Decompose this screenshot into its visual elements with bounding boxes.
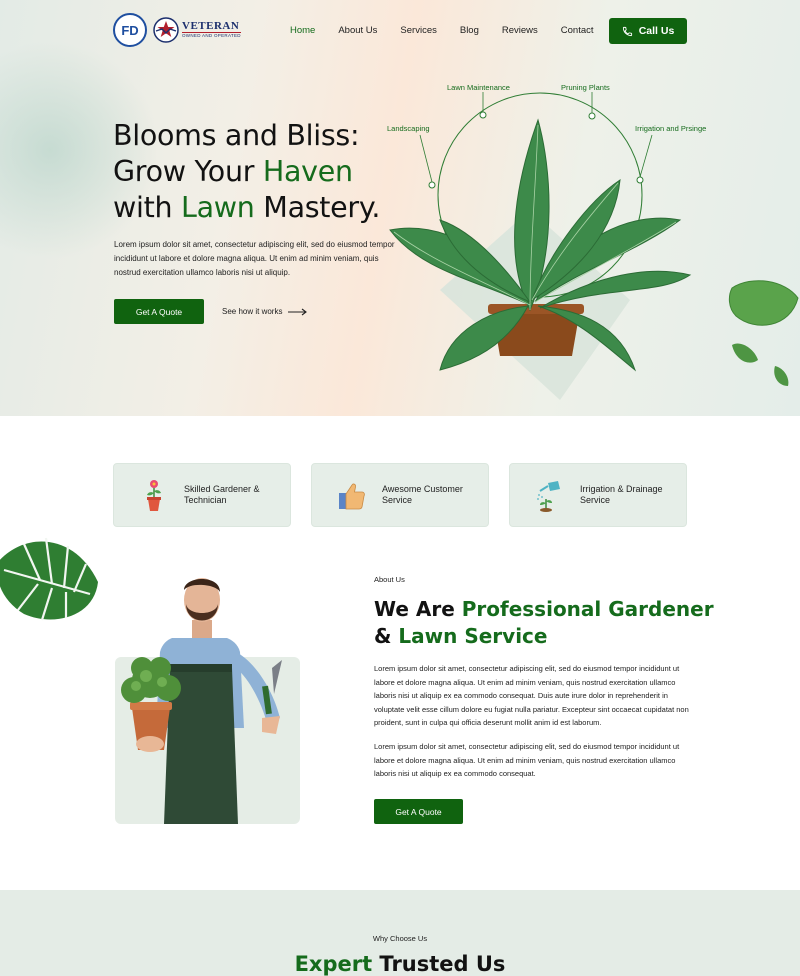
hero-get-quote-button[interactable]: Get A Quote <box>114 299 204 324</box>
why-title-a: Expert <box>294 952 373 976</box>
label-irrigation: Irrigation and Prsinge <box>635 124 707 133</box>
see-how-it-works-link[interactable]: See how it works <box>222 307 308 316</box>
veteran-logo[interactable]: VETERAN OWNED AND OPERATED <box>153 17 248 43</box>
hero-title-line2a: Grow Your <box>113 155 263 188</box>
hero-title-line3a: with <box>113 191 182 224</box>
label-pruning-plants: Pruning Plants <box>561 83 610 92</box>
about-paragraph-1: Lorem ipsum dolor sit amet, consectetur … <box>374 664 689 728</box>
hero-title-line1: Blooms and Bliss: <box>113 119 360 152</box>
label-landscaping: Landscaping <box>387 124 430 133</box>
call-us-label: Call Us <box>638 25 675 37</box>
feature-customer-service-label: Awesome Customer Service <box>382 484 463 505</box>
feature-card-customer-service[interactable]: Awesome Customer Service <box>311 463 489 527</box>
nav-services[interactable]: Services <box>400 25 436 36</box>
nav-about-us[interactable]: About Us <box>338 25 377 36</box>
why-title: Expert Trusted Us <box>0 952 800 976</box>
about-get-quote-button[interactable]: Get A Quote <box>374 799 463 824</box>
fd-logo[interactable]: FD <box>113 13 147 47</box>
fd-logo-initials: FD <box>121 22 139 38</box>
why-kicker: Why Choose Us <box>372 934 428 943</box>
feature-card-gardener[interactable]: Skilled Gardener & Technician <box>113 463 291 527</box>
veteran-emblem-icon <box>153 17 179 43</box>
why-title-b: Trusted Us <box>372 952 506 976</box>
call-us-button[interactable]: Call Us <box>609 18 687 44</box>
monstera-leaf-decoration <box>0 537 98 621</box>
phone-icon <box>622 26 632 36</box>
label-lawn-maintenance: Lawn Maintenance <box>447 83 510 92</box>
feature-gardener-label: Skilled Gardener & Technician <box>184 484 260 505</box>
hero-plant-illustration: Lawn Maintenance Pruning Plants Landscap… <box>380 70 800 416</box>
feature-irrigation-label: Irrigation & Drainage Service <box>580 484 663 505</box>
about-title-d: Lawn Service <box>398 624 548 648</box>
veteran-logo-sub: OWNED AND OPERATED <box>182 33 241 39</box>
arrow-right-icon <box>288 308 308 315</box>
plant-graphic <box>389 92 799 400</box>
hero-title-line3c: Mastery. <box>254 191 381 224</box>
about-title-a: We Are <box>374 597 462 621</box>
thumbs-up-icon <box>339 483 365 510</box>
hero-section: FD VETERAN OWNED AND OPERATED Home About… <box>0 0 800 416</box>
feature-cards: Skilled Gardener & Technician Awesome Cu… <box>113 463 707 527</box>
watering-can-icon <box>537 481 560 512</box>
feature-card-irrigation[interactable]: Irrigation & Drainage Service <box>509 463 687 527</box>
about-title: We Are Professional Gardener & Lawn Serv… <box>374 596 714 650</box>
gardener-image <box>121 578 282 824</box>
hero-description: Lorem ipsum dolor sit amet, consectetur … <box>114 240 395 277</box>
about-title-c: & <box>374 624 399 648</box>
about-paragraph-2: Lorem ipsum dolor sit amet, consectetur … <box>374 742 680 779</box>
about-title-b: Professional Gardener <box>461 597 714 621</box>
veteran-logo-word: VETERAN <box>182 20 241 34</box>
nav-reviews[interactable]: Reviews <box>502 25 538 36</box>
main-nav: Home About Us Services Blog Reviews Cont… <box>290 25 617 36</box>
hero-title-lawn: Lawn <box>181 191 255 224</box>
hero-title: Blooms and Bliss: Grow Your Haven with L… <box>113 118 413 226</box>
nav-home[interactable]: Home <box>290 25 315 36</box>
about-kicker: About Us <box>374 575 405 584</box>
see-how-label: See how it works <box>222 307 283 316</box>
hero-title-haven: Haven <box>262 155 353 188</box>
nav-contact[interactable]: Contact <box>561 25 594 36</box>
nav-blog[interactable]: Blog <box>460 25 479 36</box>
flower-pot-icon <box>147 480 161 511</box>
